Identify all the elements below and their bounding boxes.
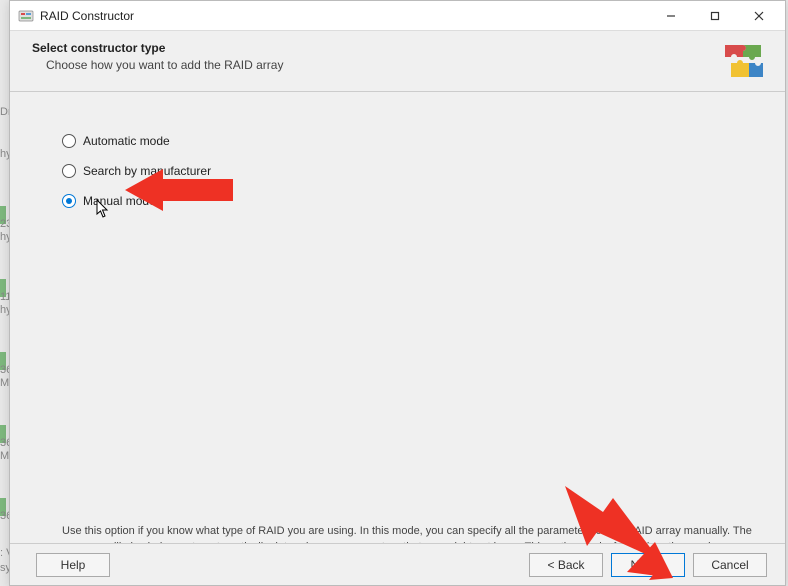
- wizard-footer: Help < Back Next > Cancel: [10, 543, 785, 585]
- page-title: Select constructor type: [32, 41, 713, 55]
- radio-icon: [62, 164, 76, 178]
- radio-manual-mode[interactable]: Manual mode: [62, 194, 745, 208]
- radio-label: Automatic mode: [83, 134, 170, 148]
- titlebar: RAID Constructor: [10, 1, 785, 31]
- radio-automatic-mode[interactable]: Automatic mode: [62, 134, 745, 148]
- radio-icon: [62, 134, 76, 148]
- back-button[interactable]: < Back: [529, 553, 603, 577]
- wizard-header: Select constructor type Choose how you w…: [10, 31, 785, 92]
- cancel-button[interactable]: Cancel: [693, 553, 767, 577]
- radio-label: Manual mode: [83, 194, 156, 208]
- close-button[interactable]: [737, 2, 781, 30]
- window-controls: [649, 2, 781, 30]
- next-button[interactable]: Next >: [611, 553, 685, 577]
- radio-icon: [62, 194, 76, 208]
- wizard-content: Automatic mode Search by manufacturer Ma…: [10, 92, 785, 550]
- page-subtitle: Choose how you want to add the RAID arra…: [32, 58, 713, 72]
- radio-label: Search by manufacturer: [83, 164, 211, 178]
- minimize-button[interactable]: [649, 2, 693, 30]
- window-title: RAID Constructor: [40, 9, 649, 23]
- help-button[interactable]: Help: [36, 553, 110, 577]
- raid-constructor-window: RAID Constructor Select constructor type…: [9, 0, 786, 586]
- puzzle-icon: [723, 41, 765, 83]
- app-icon: [18, 8, 34, 24]
- radio-search-by-manufacturer[interactable]: Search by manufacturer: [62, 164, 745, 178]
- maximize-button[interactable]: [693, 2, 737, 30]
